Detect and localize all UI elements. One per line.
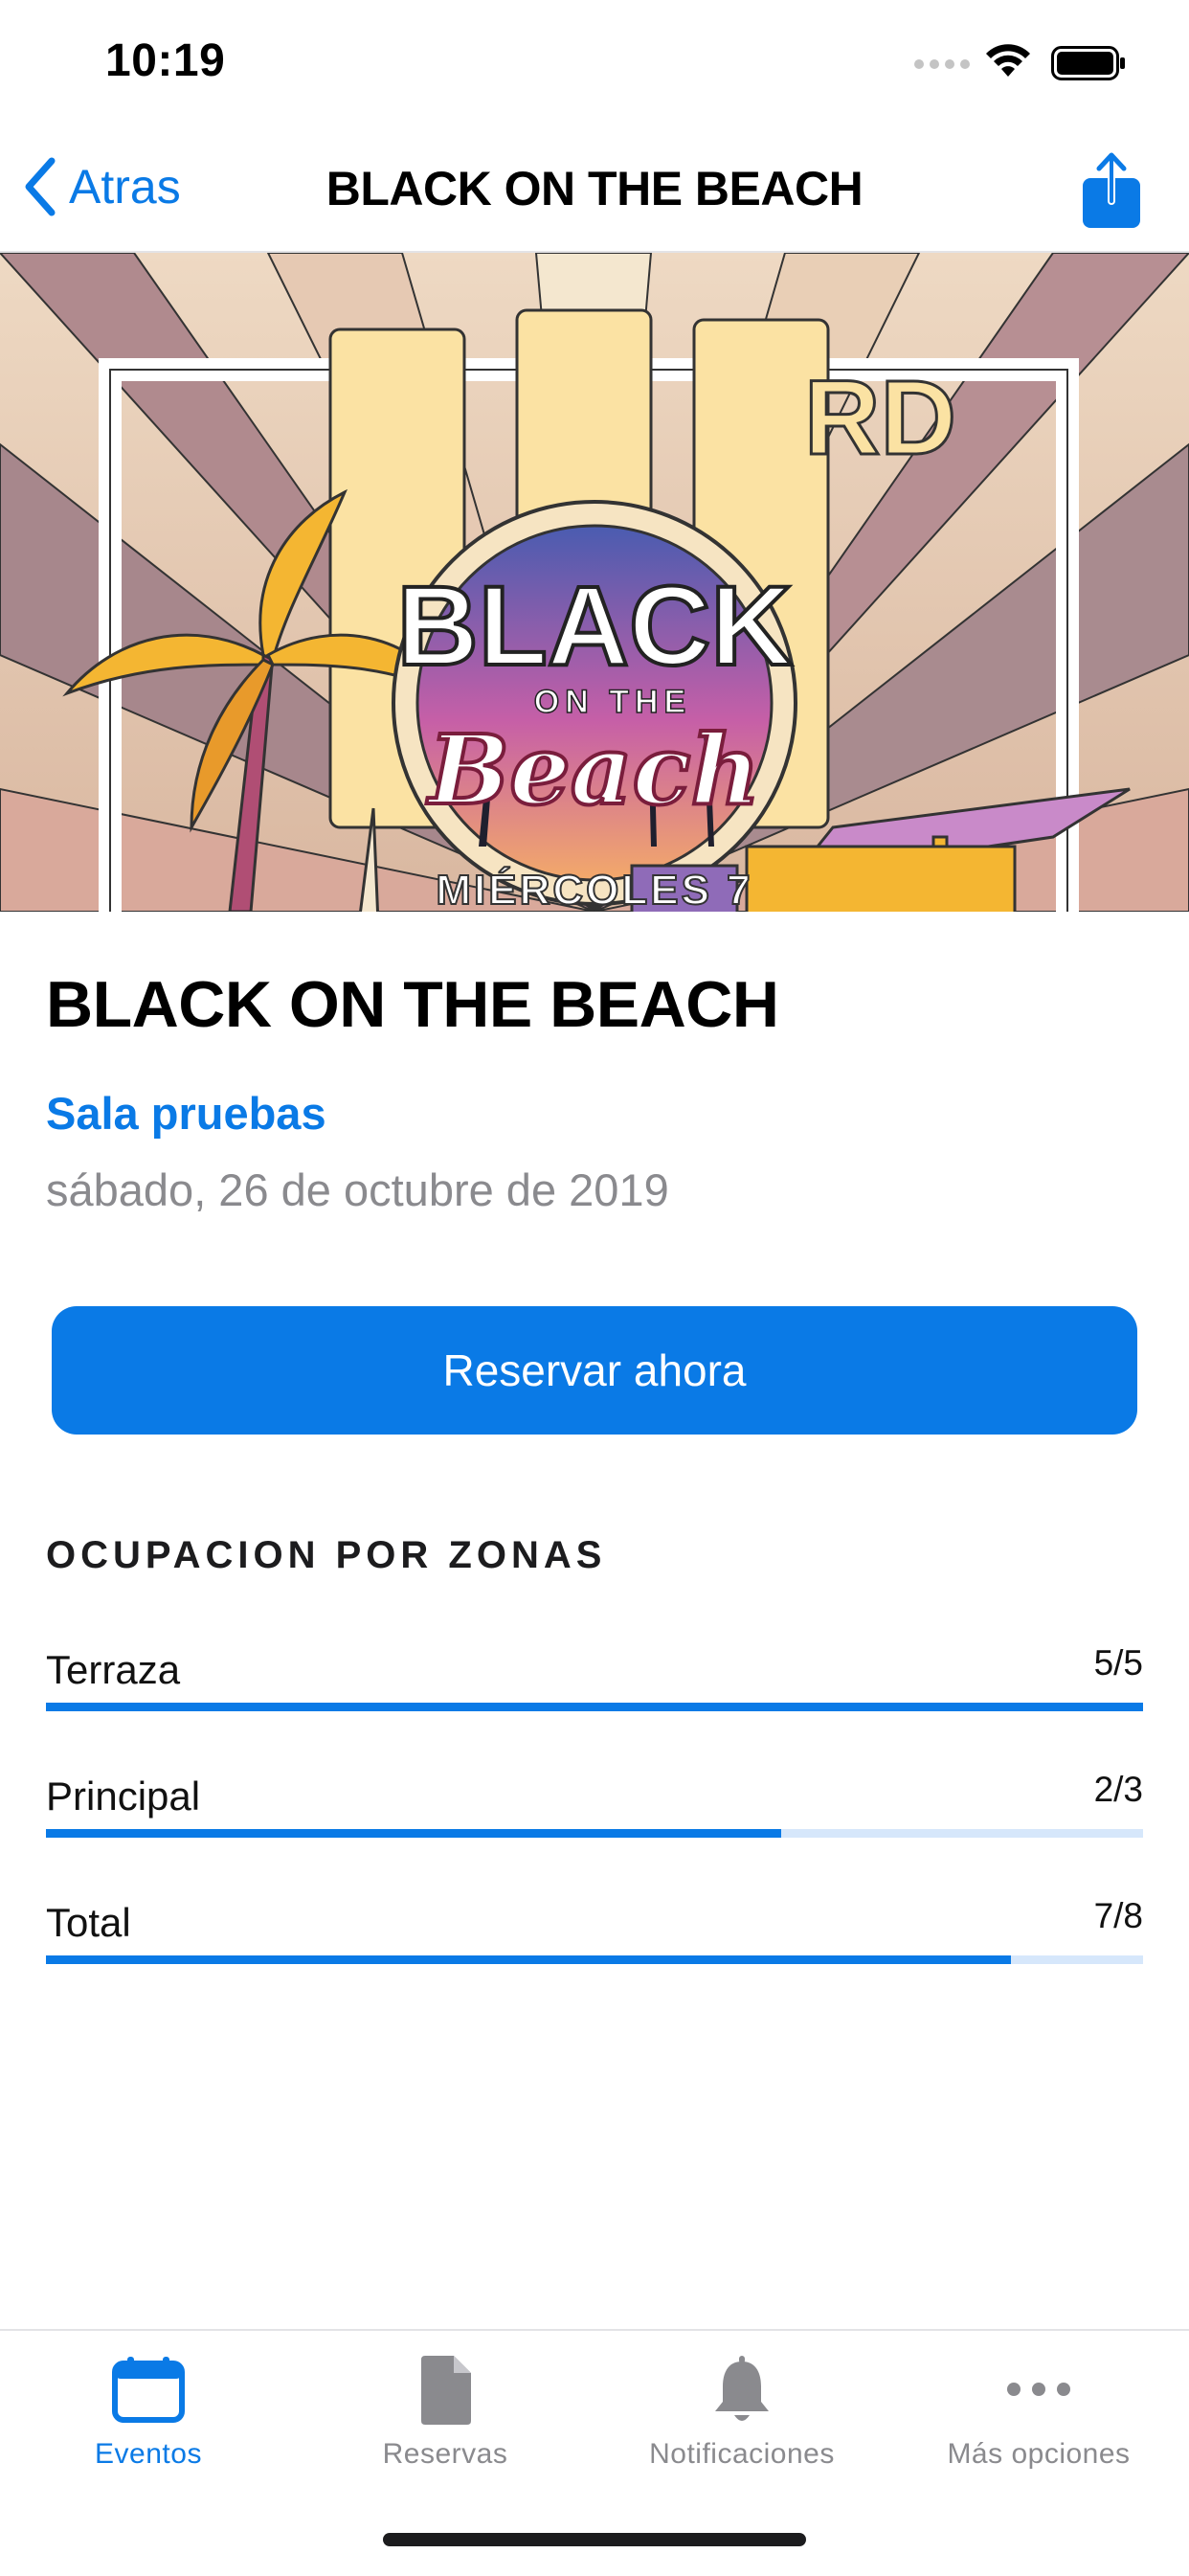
zone-count: 2/3: [1093, 1770, 1143, 1809]
zone-count: 5/5: [1093, 1643, 1143, 1683]
poster-beach-text: Beach: [426, 713, 761, 826]
zone-name: Principal: [46, 1774, 201, 1819]
wifi-icon: [986, 44, 1030, 77]
tab-eventos[interactable]: Eventos: [0, 2331, 297, 2503]
nav-title: BLACK ON THE BEACH: [325, 162, 864, 215]
tab-label: Eventos: [95, 2438, 202, 2470]
navigation-bar: Atras BLACK ON THE BEACH: [0, 124, 1189, 253]
event-poster-image: RD BLACK ON THE Beach MIÉRCOLES 7: [0, 253, 1189, 912]
cellular-signal-icon: [914, 59, 970, 69]
zone-progress-fill: [46, 1955, 1012, 1964]
zone-terraza: Terraza 5/5: [46, 1643, 1143, 1714]
bell-icon: [715, 2356, 769, 2421]
zone-progress-bar: [46, 1829, 1143, 1838]
share-icon[interactable]: [1080, 151, 1143, 230]
poster-rd-text: RD: [804, 359, 956, 477]
battery-icon: [1051, 46, 1125, 80]
poster-date-text: MIÉRCOLES 7: [436, 866, 752, 912]
more-icon: [1007, 2383, 1070, 2396]
event-title: BLACK ON THE BEACH: [46, 968, 779, 1041]
tab-label: Más opciones: [947, 2438, 1131, 2470]
zone-progress-fill: [46, 1703, 1143, 1711]
occupancy-heading: OCUPACION POR ZONAS: [46, 1534, 607, 1576]
event-date: sábado, 26 de octubre de 2019: [46, 1164, 669, 1215]
document-icon: [421, 2356, 471, 2425]
zone-count: 7/8: [1093, 1896, 1143, 1935]
tab-reservas[interactable]: Reservas: [297, 2331, 594, 2503]
calendar-icon: [112, 2357, 185, 2423]
zone-name: Total: [46, 1900, 131, 1945]
tab-notificaciones[interactable]: Notificaciones: [594, 2331, 890, 2503]
zone-name: Terraza: [46, 1647, 181, 1692]
zone-progress-bar: [46, 1703, 1143, 1711]
zone-total: Total 7/8: [46, 1896, 1143, 1967]
zone-progress-fill: [46, 1829, 781, 1838]
home-indicator: [383, 2533, 806, 2546]
tab-label: Reservas: [382, 2438, 508, 2470]
tab-mas-opciones[interactable]: Más opciones: [890, 2331, 1187, 2503]
zone-principal: Principal 2/3: [46, 1770, 1143, 1841]
zone-progress-bar: [46, 1955, 1143, 1964]
event-banner: RD BLACK ON THE Beach MIÉRCOLES 7: [0, 253, 1189, 912]
poster-black-text: BLACK: [397, 563, 793, 689]
venue-link[interactable]: Sala pruebas: [46, 1087, 326, 1140]
reserve-now-button[interactable]: Reservar ahora: [52, 1306, 1137, 1435]
tab-label: Notificaciones: [649, 2438, 835, 2470]
status-time: 10:19: [105, 35, 226, 86]
status-bar: 10:19: [0, 0, 1189, 124]
